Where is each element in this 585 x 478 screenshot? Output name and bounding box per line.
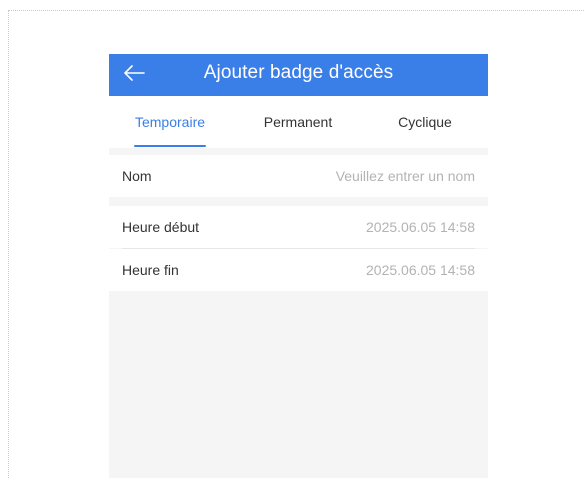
active-tab-indicator bbox=[134, 145, 206, 147]
header-bar: Ajouter badge d'accès bbox=[109, 54, 488, 96]
page: Ajouter badge d'accès Temporaire Permane… bbox=[0, 0, 585, 478]
start-time-field[interactable]: Heure début 2025.06.05 14:58 bbox=[109, 206, 488, 248]
name-field[interactable]: Nom Veuillez entrer un nom bbox=[109, 155, 488, 197]
arrow-left-icon bbox=[123, 64, 145, 87]
name-input[interactable]: Veuillez entrer un nom bbox=[336, 155, 475, 197]
page-title: Ajouter badge d'accès bbox=[203, 62, 394, 83]
name-label: Nom bbox=[122, 168, 152, 184]
start-time-value[interactable]: 2025.06.05 14:58 bbox=[366, 206, 475, 248]
tab-cyclique[interactable]: Cyclique bbox=[379, 96, 471, 148]
end-time-field[interactable]: Heure fin 2025.06.05 14:58 bbox=[109, 249, 488, 291]
phone-screen: Ajouter badge d'accès Temporaire Permane… bbox=[109, 54, 488, 478]
end-time-label: Heure fin bbox=[122, 262, 179, 278]
tab-bar: Temporaire Permanent Cyclique bbox=[109, 96, 488, 148]
end-time-value[interactable]: 2025.06.05 14:58 bbox=[366, 249, 475, 291]
start-time-label: Heure début bbox=[122, 219, 200, 235]
back-button[interactable] bbox=[119, 60, 149, 90]
tab-temporaire[interactable]: Temporaire bbox=[124, 96, 216, 148]
tab-permanent[interactable]: Permanent bbox=[252, 96, 344, 148]
